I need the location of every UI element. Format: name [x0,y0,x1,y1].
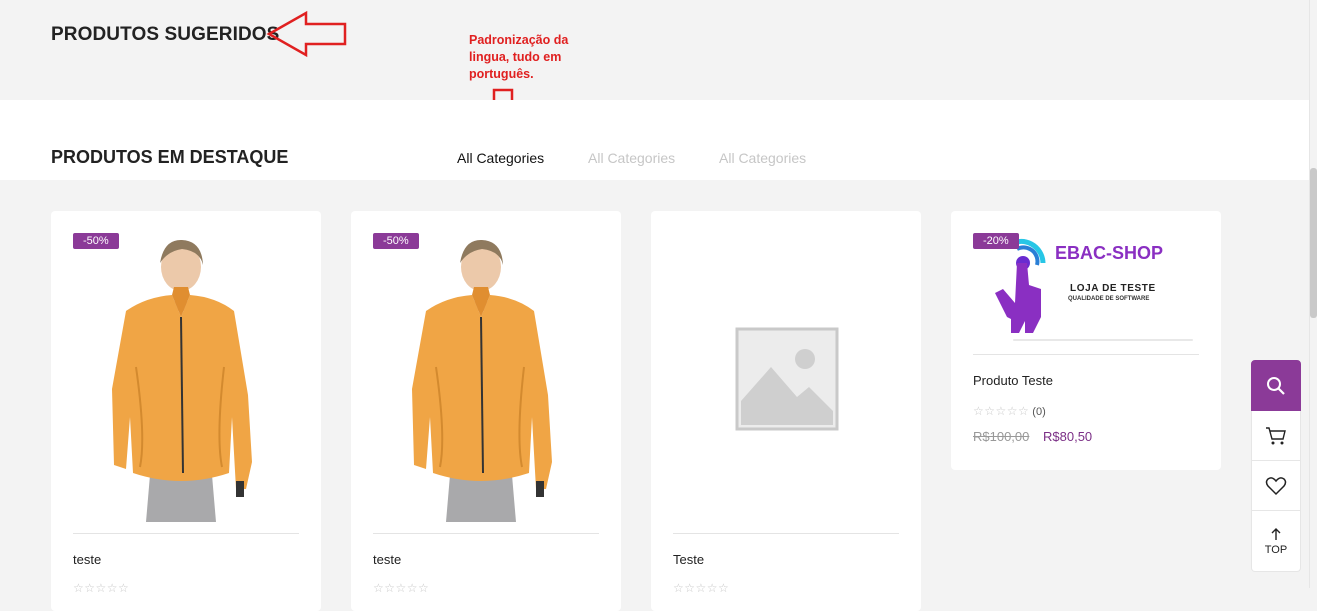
product-name[interactable]: teste [373,552,401,567]
arrow-up-icon [1271,527,1281,540]
top-label: TOP [1264,543,1288,556]
cart-icon [1266,426,1286,444]
featured-products-title: PRODUTOS EM DESTAQUE [51,147,289,167]
logo-brand: EBAC-SHOP [1055,243,1164,263]
rating-stars: ☆☆☆☆☆ [373,581,430,595]
product-image-ebac-shop-logo[interactable]: EBAC-SHOP LOJA DE TESTE QUALIDADE DE SOF… [973,233,1199,343]
product-image-orange-jacket[interactable] [106,237,256,522]
suggested-products-title: PRODUTOS SUGERIDOS [51,24,280,45]
annotation-line: lingua, tudo em [469,50,562,64]
cart-button[interactable] [1251,411,1301,461]
price-original: R$100,00 [973,429,1030,444]
featured-header-band [0,100,1309,180]
logo-subtitle: LOJA DE TESTE [1070,283,1156,294]
logo-shadow [1013,339,1193,341]
tab-all-categories[interactable]: All Categories [719,150,806,166]
rating-stars: ☆☆☆☆☆ [673,581,730,595]
product-name[interactable]: Teste [673,552,704,567]
annotation-line: Padronização da [469,33,569,47]
discount-badge: -20% [973,233,1019,249]
product-image-orange-jacket[interactable] [406,237,556,522]
tab-all-categories-active[interactable]: All Categories [457,150,544,166]
product-name[interactable]: teste [73,552,101,567]
search-icon [1267,376,1285,395]
arrow-left-annotation [266,10,347,58]
product-name[interactable]: Produto Teste [973,373,1053,388]
annotation-note: Padronização da lingua, tudo em portuguê… [469,32,599,83]
back-to-top-button[interactable]: TOP [1251,511,1301,572]
product-card[interactable]: Teste ☆☆☆☆☆ [651,211,921,611]
floating-side-panel: TOP [1251,360,1301,572]
discount-badge: -50% [373,233,419,249]
card-divider [673,533,899,534]
placeholder-image-icon[interactable] [735,327,839,431]
rating-count: (0) [1032,406,1046,418]
wishlist-button[interactable] [1251,461,1301,511]
card-divider [373,533,599,534]
product-card[interactable]: -50% teste ☆☆☆☆☆ [51,211,321,611]
card-divider [973,354,1199,355]
discount-badge: -50% [73,233,119,249]
rating-stars: ☆☆☆☆☆ (0) [973,404,1046,418]
card-divider [73,533,299,534]
logo-tagline: QUALIDADE DE SOFTWARE [1068,296,1150,302]
tab-all-categories[interactable]: All Categories [588,150,675,166]
product-card[interactable]: -50% teste ☆☆☆☆☆ [351,211,621,611]
product-card[interactable]: EBAC-SHOP LOJA DE TESTE QUALIDADE DE SOF… [951,211,1221,470]
annotation-line: português. [469,67,534,81]
heart-icon [1265,476,1287,495]
page-scrollbar-thumb[interactable] [1310,168,1317,318]
rating-stars: ☆☆☆☆☆ [73,581,130,595]
search-button[interactable] [1251,360,1301,411]
price-sale: R$80,50 [1043,429,1093,444]
